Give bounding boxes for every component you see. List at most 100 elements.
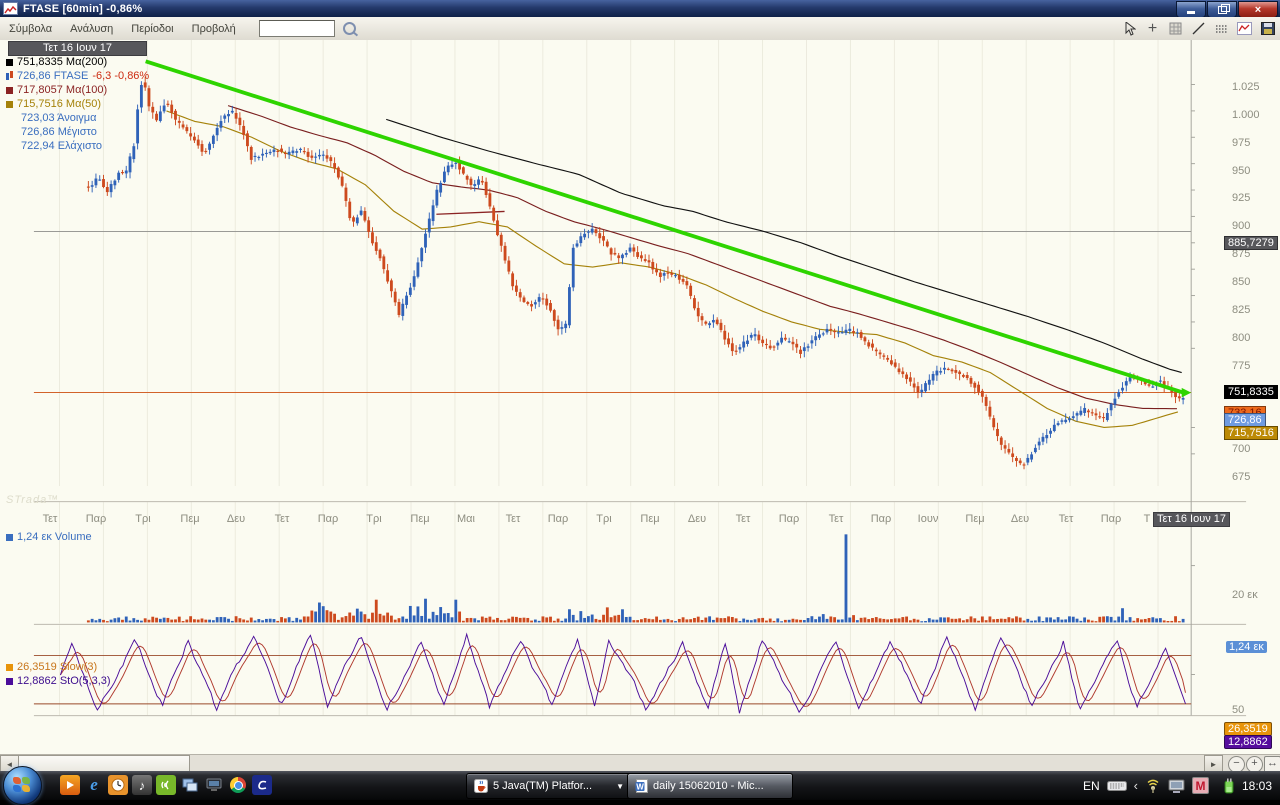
menu-item-Περίοδοι[interactable]: Περίοδοι [122, 20, 182, 38]
volume-current-flag: 1,24 εκ [1226, 641, 1267, 653]
chevron-down-icon[interactable]: ▼ [616, 782, 624, 791]
legend-row: 715,7516 Μα(50) [6, 98, 101, 110]
price-flag: 751,8335 [1224, 385, 1278, 399]
window-title: FTASE [60min] -0,86% [23, 3, 142, 15]
x-axis-label: Παρ [86, 513, 107, 525]
wireless-icon[interactable] [1145, 779, 1161, 793]
legend-row: 751,8335 Μα(200) [6, 56, 107, 68]
legend-row: 722,94 Ελάχιστο [6, 140, 102, 152]
x-axis-label: Δευ [227, 513, 245, 525]
clock-icon[interactable] [108, 775, 128, 795]
app-icon [3, 2, 18, 15]
save-icon[interactable] [1259, 20, 1276, 37]
taskbar-window-java[interactable]: 5 Java(TM) Platfor... ▼ [466, 773, 632, 799]
x-axis-label: Τ [1144, 513, 1151, 525]
keyboard-icon[interactable] [1107, 780, 1127, 792]
display-icon[interactable] [1168, 779, 1185, 793]
price-tick-label: 975 [1232, 137, 1250, 149]
java-icon [474, 779, 488, 793]
price-flag: 715,7516 [1224, 426, 1278, 440]
x-axis-label: Πεμ [640, 513, 659, 525]
line-tool-icon[interactable] [1190, 20, 1207, 37]
green-audio-icon[interactable] [156, 775, 176, 795]
title-bar: FTASE [60min] -0,86% × [0, 0, 1280, 17]
horizontal-scrollbar: ◄ ► − + ↔ [0, 754, 1280, 772]
x-axis-label: Μαι [457, 513, 475, 525]
price-tick-label: 825 [1232, 304, 1250, 316]
price-tick-label: 675 [1232, 471, 1250, 483]
price-tick-label: 800 [1232, 332, 1250, 344]
x-axis-label: Τετ [829, 513, 844, 525]
x-axis-label: Τετ [1059, 513, 1074, 525]
windows-logo-icon [13, 777, 31, 793]
x-axis-label: Τετ [736, 513, 751, 525]
volume-axis-label: 20 εκ [1232, 589, 1258, 601]
menu-item-Σύμβολα[interactable]: Σύμβολα [0, 20, 61, 38]
price-tick-label: 775 [1232, 360, 1250, 372]
pointer-tool-icon[interactable] [1121, 20, 1138, 37]
x-axis-label: Τρι [135, 513, 150, 525]
search-icon[interactable] [343, 22, 356, 35]
tray-chevron-icon[interactable]: ‹ [1134, 778, 1138, 793]
taskbar-window-word[interactable]: W daily 15062010 - Mic... [627, 773, 793, 799]
monitor-icon[interactable] [204, 775, 224, 795]
x-axis-label: Δευ [688, 513, 706, 525]
stoch-slow-flag: 26,3519 [1224, 722, 1272, 736]
taskbar-clock[interactable]: 18:03 [1242, 779, 1272, 793]
price-tick-label: 700 [1232, 443, 1250, 455]
minimize-button[interactable] [1176, 1, 1206, 18]
symbol-search-input[interactable] [259, 20, 335, 37]
x-axis-label: Παρ [548, 513, 569, 525]
grid-tool-icon[interactable] [1167, 20, 1184, 37]
legend-row: 723,03 Άνοιγμα [6, 112, 97, 124]
crosshair-tool-icon[interactable]: + [1144, 20, 1161, 37]
x-axis-label: Τετ [43, 513, 58, 525]
legend-row: 717,8057 Μα(100) [6, 84, 107, 96]
stoch-legend-slow: 26,3519 Slow(3) [6, 661, 97, 673]
media-player-icon[interactable] [60, 775, 80, 795]
menu-item-Ανάλυση[interactable]: Ανάλυση [61, 20, 122, 38]
x-axis-label: Δευ [1011, 513, 1029, 525]
menu-item-Προβολή[interactable]: Προβολή [183, 20, 245, 38]
pattern-tool-icon[interactable] [1213, 20, 1230, 37]
price-flag: 885,7279 [1224, 236, 1278, 250]
stoch-legend-sto: 12,8862 StO(5,3,3) [6, 675, 111, 687]
application-window: FTASE [60min] -0,86% × ΣύμβολαΑνάλυσηΠερ… [0, 0, 1280, 800]
chart-tool-icon[interactable] [1236, 20, 1253, 37]
drawing-toolbar: + [1121, 20, 1276, 37]
date-tooltip: Τετ 16 Ιουν 17 [8, 41, 147, 56]
legend-row: 726,86 FTASE -6,3 -0,86% [6, 70, 149, 82]
power-icon[interactable] [1222, 778, 1235, 794]
taskbar: e ♪ 5 Java(TM) Platfor... ▼ W daily 15062… [0, 771, 1280, 800]
chart-area: Τετ 16 Ιουν 17 751,8335 Μα(200) 726,86 FT… [0, 40, 1280, 755]
price-tick-label: 850 [1232, 276, 1250, 288]
close-button[interactable]: × [1238, 1, 1278, 18]
mcafee-icon[interactable]: M [1192, 777, 1209, 794]
tray-language[interactable]: EN [1083, 779, 1100, 793]
chrome-icon[interactable] [228, 775, 248, 795]
blue-c-icon[interactable] [252, 775, 272, 795]
ie-icon[interactable]: e [84, 775, 104, 795]
x-axis-label: Παρ [1101, 513, 1122, 525]
x-axis-label: Παρ [779, 513, 800, 525]
legend-row: 726,86 Μέγιστο [6, 126, 97, 138]
price-tick-label: 950 [1232, 165, 1250, 177]
x-axis-label: Παρ [871, 513, 892, 525]
price-tick-label: 1.000 [1232, 109, 1260, 121]
x-axis-label: Πεμ [965, 513, 984, 525]
start-button[interactable] [3, 766, 42, 805]
x-axis-date-flag: Τετ 16 Ιουν 17 [1153, 512, 1230, 527]
x-axis-label: Παρ [318, 513, 339, 525]
x-axis-label: Ιουν [918, 513, 939, 525]
watermark: STrada™ [6, 494, 59, 506]
menu-bar: ΣύμβολαΑνάλυσηΠερίοδοιΠροβολή [0, 17, 1280, 41]
price-tick-label: 1.025 [1232, 81, 1260, 93]
chart-surface[interactable] [0, 40, 1280, 755]
window-switcher-icon[interactable] [180, 775, 200, 795]
stoch-mid-label: 50 [1232, 704, 1244, 716]
x-axis-label: Τετ [506, 513, 521, 525]
restore-button[interactable] [1207, 1, 1237, 18]
volume-legend-marker [6, 534, 13, 541]
x-axis-label: Τετ [275, 513, 290, 525]
music-icon[interactable]: ♪ [132, 775, 152, 795]
